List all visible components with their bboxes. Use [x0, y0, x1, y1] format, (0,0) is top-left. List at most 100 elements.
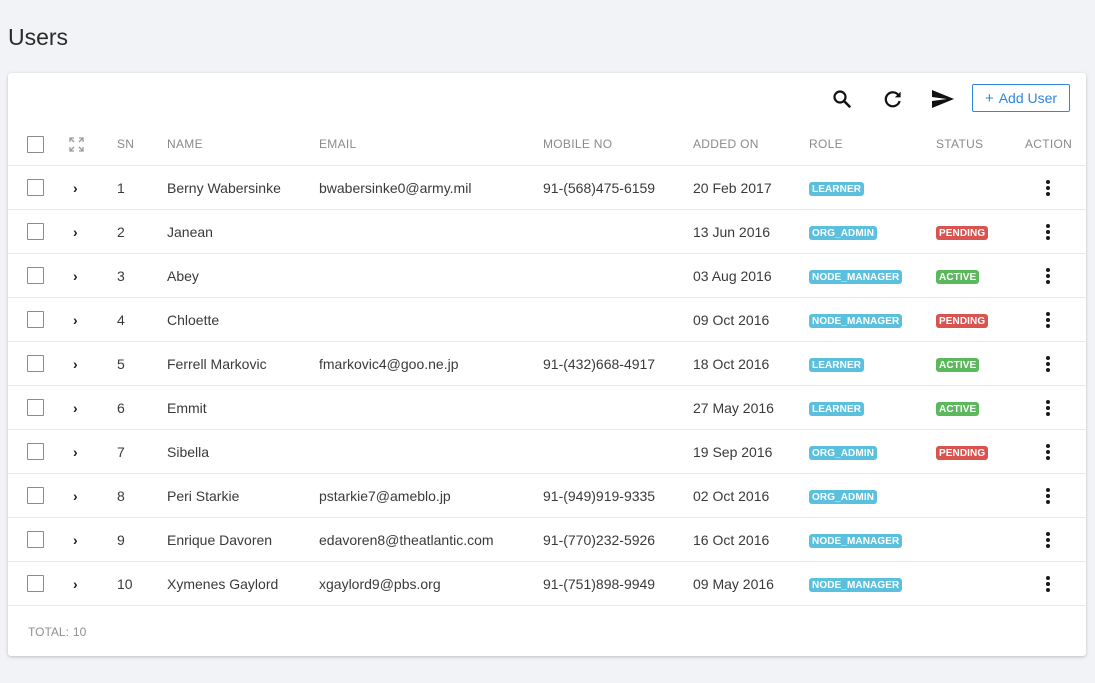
row-checkbox[interactable]: [27, 399, 44, 416]
row-added-on: 03 Aug 2016: [693, 267, 772, 284]
table-row[interactable]: › 3 Abey 03 Aug 2016 NODE_MANAGER ACTIVE: [8, 254, 1086, 298]
row-mobile: 91-(568)475-6159: [543, 179, 656, 196]
row-name: Ferrell Markovic: [167, 355, 267, 372]
role-badge: NODE_MANAGER: [809, 577, 903, 592]
row-added-on: 19 Sep 2016: [693, 443, 773, 460]
role-badge: LEARNER: [809, 181, 865, 196]
row-actions-kebab-icon[interactable]: [1046, 575, 1050, 593]
page-title: Users: [8, 24, 69, 50]
table-row[interactable]: › 8 Peri Starkie pstarkie7@ameblo.jp 91-(949…: [8, 474, 1086, 518]
table-row[interactable]: › 2 Janean 13 Jun 2016 ORG_ADMIN PENDING: [8, 210, 1086, 254]
role-badge: NODE_MANAGER: [809, 313, 903, 328]
row-added-on: 27 May 2016: [693, 399, 774, 416]
row-mobile: 91-(751)898-9949: [543, 575, 656, 592]
select-all-checkbox[interactable]: [27, 135, 44, 153]
refresh-button[interactable]: [881, 87, 905, 111]
role-badge: NODE_MANAGER: [809, 533, 903, 548]
expand-row-chevron-icon[interactable]: ›: [73, 356, 78, 372]
row-actions-kebab-icon[interactable]: [1046, 355, 1050, 373]
send-icon: [932, 90, 954, 108]
table-row[interactable]: › 7 Sibella 19 Sep 2016 ORG_ADMIN PENDING: [8, 430, 1086, 474]
row-sn: 6: [117, 399, 125, 416]
expand-row-chevron-icon[interactable]: ›: [73, 576, 78, 592]
row-email: xgaylord9@pbs.org: [319, 575, 441, 592]
row-checkbox[interactable]: [27, 223, 44, 240]
row-sn: 2: [117, 223, 125, 240]
users-table-card: + Add User SN NAME EMAIL MOBILE NO ADDED…: [8, 73, 1086, 656]
search-icon: [833, 90, 851, 108]
expand-row-chevron-icon[interactable]: ›: [73, 532, 78, 548]
search-button[interactable]: [830, 87, 854, 111]
row-checkbox[interactable]: [27, 311, 44, 328]
row-sn: 7: [117, 443, 125, 460]
row-actions-kebab-icon[interactable]: [1046, 179, 1050, 197]
row-checkbox[interactable]: [27, 355, 44, 372]
row-checkbox[interactable]: [27, 443, 44, 460]
row-email: edavoren8@theatlantic.com: [319, 531, 494, 548]
role-badge: ORG_ADMIN: [809, 489, 878, 504]
row-sn: 8: [117, 487, 125, 504]
send-button[interactable]: [931, 87, 955, 111]
status-badge: PENDING: [936, 313, 989, 328]
column-header-role[interactable]: ROLE: [809, 123, 843, 165]
row-email: pstarkie7@ameblo.jp: [319, 487, 451, 504]
expand-row-chevron-icon[interactable]: ›: [73, 224, 78, 240]
column-header-mobile[interactable]: MOBILE NO: [543, 123, 612, 165]
row-checkbox[interactable]: [27, 179, 44, 196]
row-actions-kebab-icon[interactable]: [1046, 311, 1050, 329]
role-badge: LEARNER: [809, 401, 865, 416]
status-badge: ACTIVE: [936, 357, 980, 372]
row-added-on: 20 Feb 2017: [693, 179, 772, 196]
status-badge: PENDING: [936, 225, 989, 240]
expand-row-chevron-icon[interactable]: ›: [73, 268, 78, 284]
role-badge: LEARNER: [809, 357, 865, 372]
row-name: Abey: [167, 267, 199, 284]
row-name: Enrique Davoren: [167, 531, 273, 548]
expand-row-chevron-icon[interactable]: ›: [73, 444, 78, 460]
table-header: SN NAME EMAIL MOBILE NO ADDED ON ROLE ST…: [8, 123, 1086, 166]
row-sn: 5: [117, 355, 125, 372]
row-name: Chloette: [167, 311, 220, 328]
row-name: Xymenes Gaylord: [167, 575, 279, 592]
row-actions-kebab-icon[interactable]: [1046, 487, 1050, 505]
row-added-on: 09 Oct 2016: [693, 311, 770, 328]
column-header-status[interactable]: STATUS: [936, 123, 983, 165]
row-email: fmarkovic4@goo.ne.jp: [319, 355, 459, 372]
refresh-icon: [884, 91, 901, 108]
expand-row-chevron-icon[interactable]: ›: [73, 400, 78, 416]
row-actions-kebab-icon[interactable]: [1046, 531, 1050, 549]
status-badge: PENDING: [936, 445, 989, 460]
row-actions-kebab-icon[interactable]: [1046, 443, 1050, 461]
row-added-on: 16 Oct 2016: [693, 531, 770, 548]
table-row[interactable]: › 9 Enrique Davoren edavoren8@theatlantic.c…: [8, 518, 1086, 562]
column-header-email[interactable]: EMAIL: [319, 123, 357, 165]
row-actions-kebab-icon[interactable]: [1046, 267, 1050, 285]
row-name: Berny Wabersinke: [167, 179, 281, 196]
expand-row-chevron-icon[interactable]: ›: [73, 488, 78, 504]
row-mobile: 91-(432)668-4917: [543, 355, 656, 372]
row-actions-kebab-icon[interactable]: [1046, 223, 1050, 241]
row-checkbox[interactable]: [27, 531, 44, 548]
row-checkbox[interactable]: [27, 487, 44, 504]
column-header-name[interactable]: NAME: [167, 123, 203, 165]
column-header-action: ACTION: [1025, 137, 1073, 151]
row-sn: 4: [117, 311, 125, 328]
row-actions-kebab-icon[interactable]: [1046, 399, 1050, 417]
table-row[interactable]: › 6 Emmit 27 May 2016 LEARNER ACTIVE: [8, 386, 1086, 430]
table-row[interactable]: › 1 Berny Wabersinke bwabersinke0@army.mil 9…: [8, 166, 1086, 210]
column-header-sn[interactable]: SN: [117, 123, 134, 165]
table-row[interactable]: › 4 Chloette 09 Oct 2016 NODE_MANAGER PENDING: [8, 298, 1086, 342]
expand-all-icon[interactable]: [69, 136, 84, 152]
expand-row-chevron-icon[interactable]: ›: [73, 312, 78, 328]
row-mobile: 91-(949)919-9335: [543, 487, 656, 504]
row-checkbox[interactable]: [27, 575, 44, 592]
column-header-added-on[interactable]: ADDED ON: [693, 123, 759, 165]
add-user-label: Add User: [998, 90, 1058, 106]
table-row[interactable]: › 10 Xymenes Gaylord xgaylord9@pbs.org 91-(7…: [8, 562, 1086, 606]
add-user-button[interactable]: + Add User: [972, 84, 1070, 112]
expand-row-chevron-icon[interactable]: ›: [73, 180, 78, 196]
row-checkbox[interactable]: [27, 267, 44, 284]
table-row[interactable]: › 5 Ferrell Markovic fmarkovic4@goo.ne.jp 91…: [8, 342, 1086, 386]
status-badge: ACTIVE: [936, 269, 980, 284]
role-badge: ORG_ADMIN: [809, 225, 878, 240]
